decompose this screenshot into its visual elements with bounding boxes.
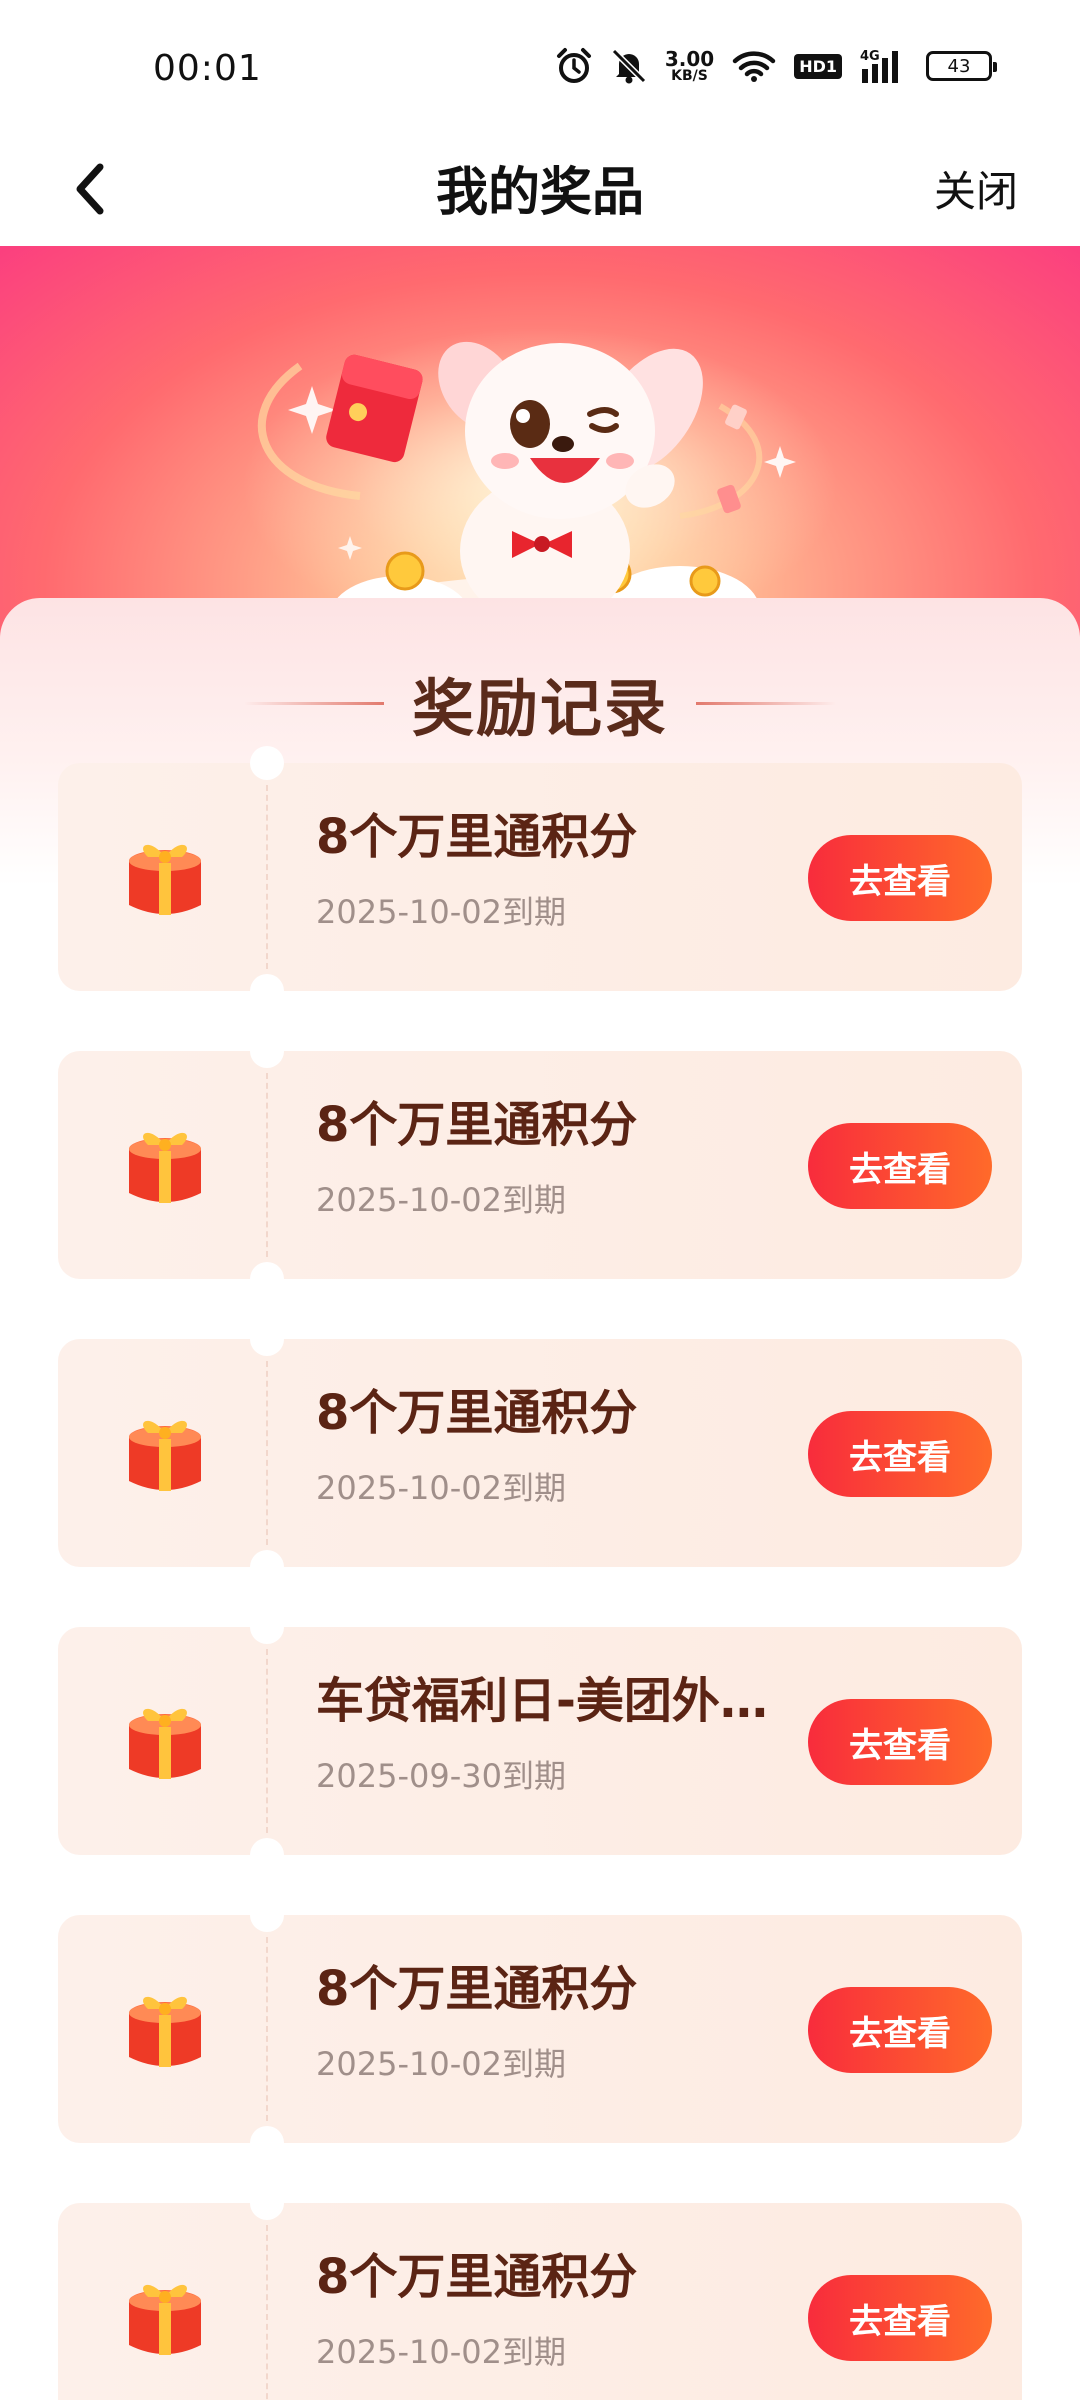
gift-box-icon	[129, 844, 201, 915]
gift-box-icon	[129, 1420, 201, 1491]
view-reward-button[interactable]: 去查看	[808, 1987, 992, 2073]
gift-box-icon	[129, 2284, 201, 2355]
cell-signal-icon: 4G	[860, 47, 908, 85]
gift-box-icon	[129, 1708, 201, 1779]
status-time: 00:01	[153, 48, 262, 89]
reward-card: 8个万里通积分 2025-10-02到期 去查看	[58, 1034, 1022, 1296]
nav-bar: 我的奖品 关闭	[0, 130, 1080, 246]
reward-title: 8个万里通积分	[316, 809, 638, 865]
status-bar: 00:01 3.00 KB/S HD1 4G 43	[0, 0, 1080, 130]
hd-icon: HD1	[794, 53, 842, 79]
signal-label: 4G	[860, 49, 880, 64]
reward-records-panel: 奖励记录 8个万里通积分 2025-10-02到期 去查看 8个万里通积分 20…	[0, 598, 1080, 2400]
status-icons: 3.00 KB/S HD1 4G 43	[555, 46, 997, 86]
reward-expiry: 2025-10-02到期	[316, 893, 566, 931]
view-reward-button[interactable]: 去查看	[808, 1699, 992, 1785]
reward-title: 8个万里通积分	[316, 1385, 638, 1441]
page-title: 我的奖品	[435, 163, 644, 223]
reward-title: 车贷福利日-美团外…	[316, 1673, 768, 1729]
section-title: 奖励记录	[411, 672, 668, 745]
view-reward-button[interactable]: 去查看	[808, 2275, 992, 2361]
mute-bell-icon	[611, 47, 647, 85]
reward-card: 8个万里通积分 2025-10-02到期 去查看	[58, 2186, 1022, 2400]
net-speed-unit: KB/S	[671, 68, 708, 84]
reward-card: 车贷福利日-美团外… 2025-09-30到期 去查看	[58, 1610, 1022, 1872]
reward-expiry: 2025-09-30到期	[316, 1757, 566, 1795]
net-speed-value: 3.00	[664, 47, 715, 71]
gift-box-icon	[129, 1132, 201, 1203]
reward-expiry: 2025-10-02到期	[316, 1469, 566, 1507]
view-reward-button[interactable]: 去查看	[808, 1411, 992, 1497]
reward-card: 8个万里通积分 2025-10-02到期 去查看	[58, 746, 1022, 1008]
reward-title: 8个万里通积分	[316, 2249, 638, 2305]
reward-expiry: 2025-10-02到期	[316, 2333, 566, 2371]
decor-line-right	[696, 701, 836, 705]
close-button[interactable]: 关闭	[934, 158, 1018, 219]
net-speed: 3.00 KB/S	[665, 49, 714, 83]
alarm-icon	[555, 47, 593, 85]
decor-line-left	[243, 701, 384, 705]
gift-box-icon	[129, 1996, 201, 2067]
section-header: 奖励记录	[0, 658, 1080, 748]
hero-banner	[0, 246, 1080, 646]
reward-title: 8个万里通积分	[316, 1097, 638, 1153]
view-reward-button[interactable]: 去查看	[808, 1123, 992, 1209]
reward-title: 8个万里通积分	[316, 1961, 638, 2017]
reward-card: 8个万里通积分 2025-10-02到期 去查看	[58, 1322, 1022, 1584]
reward-expiry: 2025-10-02到期	[316, 2045, 566, 2083]
view-reward-button[interactable]: 去查看	[808, 835, 992, 921]
reward-expiry: 2025-10-02到期	[316, 1181, 566, 1219]
battery-icon: 43	[926, 51, 997, 81]
puppy-mascot-illustration	[257, 341, 796, 646]
battery-level: 43	[947, 55, 971, 77]
wifi-icon	[732, 49, 776, 83]
reward-card: 8个万里通积分 2025-10-02到期 去查看	[58, 1898, 1022, 2160]
